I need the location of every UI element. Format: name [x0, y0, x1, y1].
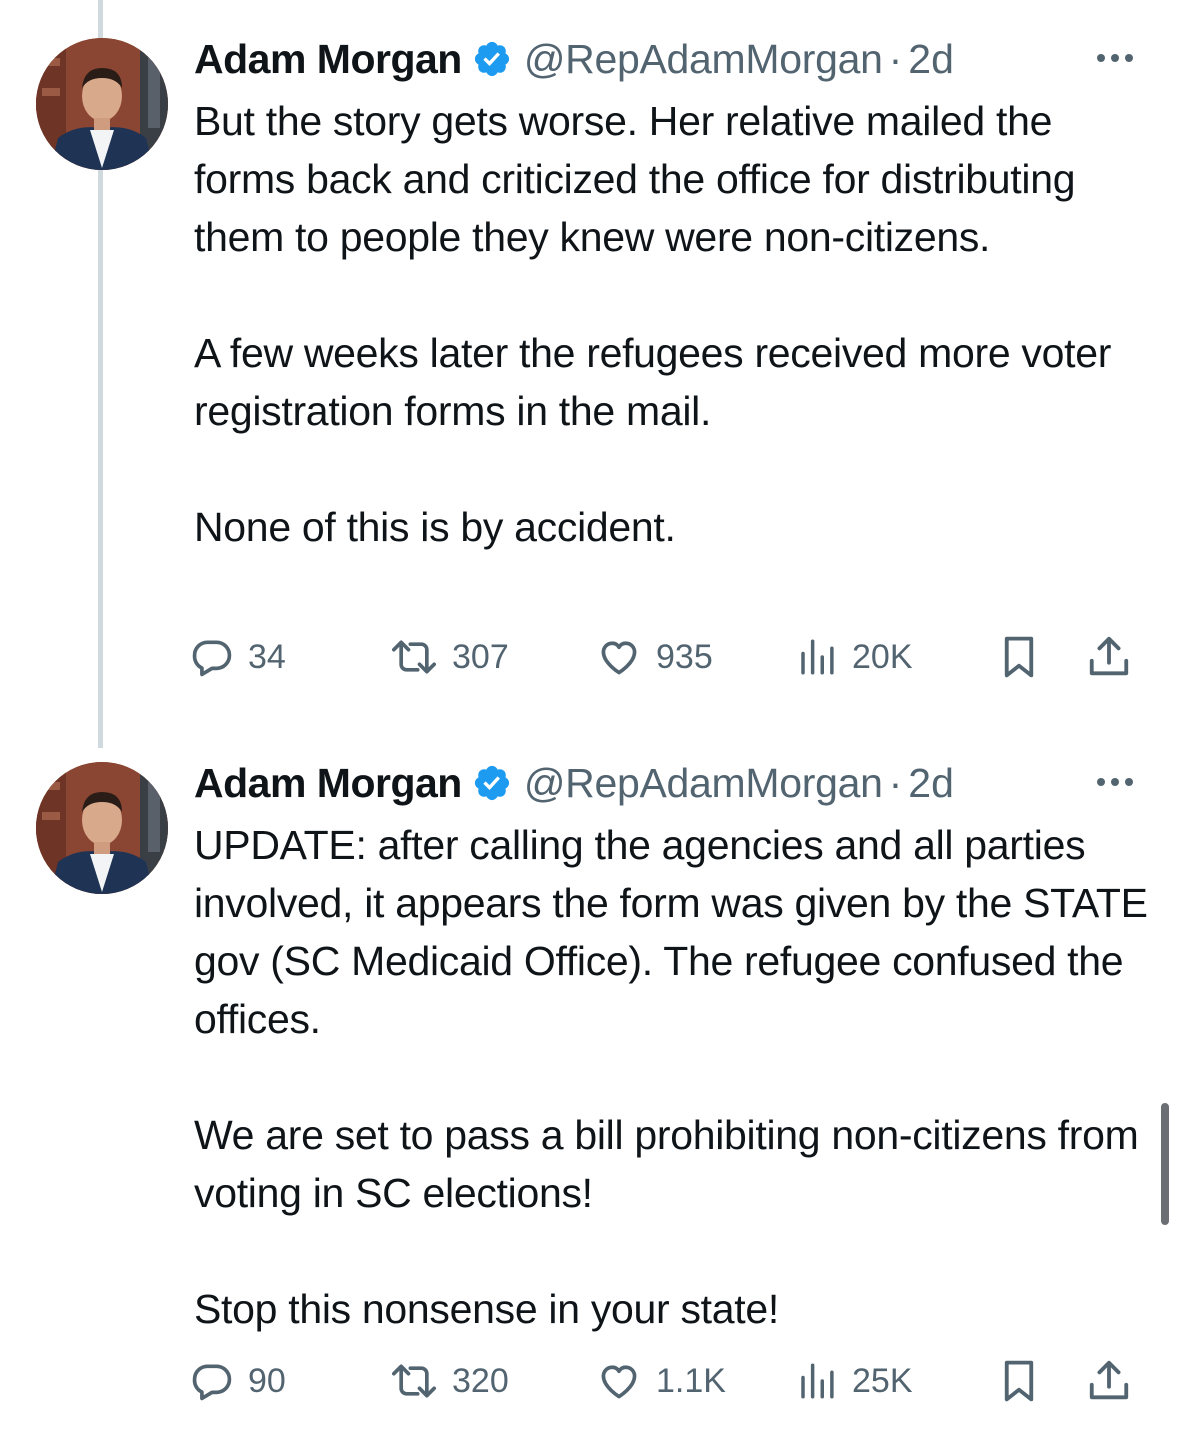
reply-icon: [190, 1359, 234, 1403]
verified-badge-icon: [472, 763, 512, 803]
share-button[interactable]: [1086, 1351, 1132, 1411]
author-handle[interactable]: @RepAdamMorgan: [524, 760, 883, 807]
repost-count: 307: [452, 637, 509, 676]
views-chart-icon: [796, 1359, 838, 1403]
tweet-paragraph: None of this is by accident.: [194, 504, 676, 550]
author-name[interactable]: Adam Morgan: [194, 760, 462, 807]
heart-icon: [596, 1359, 642, 1403]
avatar[interactable]: [36, 762, 168, 894]
like-count: 1.1K: [656, 1361, 726, 1400]
tweet-header: Adam Morgan @RepAdamMorgan · 2d: [194, 754, 954, 812]
like-count: 935: [656, 637, 713, 676]
repost-count: 320: [452, 1361, 509, 1400]
author-handle[interactable]: @RepAdamMorgan: [524, 36, 883, 83]
repost-icon: [390, 1359, 438, 1403]
author-name[interactable]: Adam Morgan: [194, 36, 462, 83]
more-options-icon[interactable]: [1090, 768, 1140, 796]
more-options-icon[interactable]: [1090, 44, 1140, 72]
share-button[interactable]: [1086, 627, 1132, 687]
views-chart-icon: [796, 635, 838, 679]
tweet-paragraph: Stop this nonsense in your state!: [194, 1286, 779, 1332]
bookmark-icon: [998, 633, 1040, 681]
reply-count: 34: [248, 637, 286, 676]
separator-dot: ·: [888, 35, 903, 82]
tweet-paragraph: But the story gets worse. Her relative m…: [194, 98, 1076, 260]
repost-button[interactable]: 307: [390, 627, 509, 687]
tweet-text: UPDATE: after calling the agencies and a…: [194, 816, 1154, 1338]
repost-icon: [390, 635, 438, 679]
bookmark-button[interactable]: [998, 1351, 1040, 1411]
avatar[interactable]: [36, 38, 168, 170]
tweet-actions: 34 307 935 20K: [190, 627, 1150, 687]
scrollbar-thumb[interactable]: [1161, 1103, 1169, 1225]
views-button[interactable]: 20K: [796, 627, 913, 687]
tweet-paragraph: We are set to pass a bill prohibiting no…: [194, 1112, 1139, 1216]
bookmark-icon: [998, 1357, 1040, 1405]
repost-button[interactable]: 320: [390, 1351, 509, 1411]
tweet-text: But the story gets worse. Her relative m…: [194, 92, 1154, 556]
tweet-actions: 90 320 1.1K 25K: [190, 1351, 1150, 1411]
separator-dot: ·: [888, 759, 903, 806]
reply-button[interactable]: 34: [190, 627, 286, 687]
view-count: 25K: [852, 1361, 913, 1400]
views-button[interactable]: 25K: [796, 1351, 913, 1411]
reply-count: 90: [248, 1361, 286, 1400]
tweet-paragraph: UPDATE: after calling the agencies and a…: [194, 822, 1148, 1042]
reply-icon: [190, 635, 234, 679]
view-count: 20K: [852, 637, 913, 676]
tweet-paragraph: A few weeks later the refugees received …: [194, 330, 1112, 434]
heart-icon: [596, 635, 642, 679]
bookmark-button[interactable]: [998, 627, 1040, 687]
share-icon: [1086, 634, 1132, 680]
like-button[interactable]: 1.1K: [596, 1351, 726, 1411]
share-icon: [1086, 1358, 1132, 1404]
like-button[interactable]: 935: [596, 627, 713, 687]
timestamp[interactable]: 2d: [908, 36, 954, 83]
reply-button[interactable]: 90: [190, 1351, 286, 1411]
verified-badge-icon: [472, 39, 512, 79]
timestamp[interactable]: 2d: [908, 760, 954, 807]
tweet-header: Adam Morgan @RepAdamMorgan · 2d: [194, 30, 954, 88]
